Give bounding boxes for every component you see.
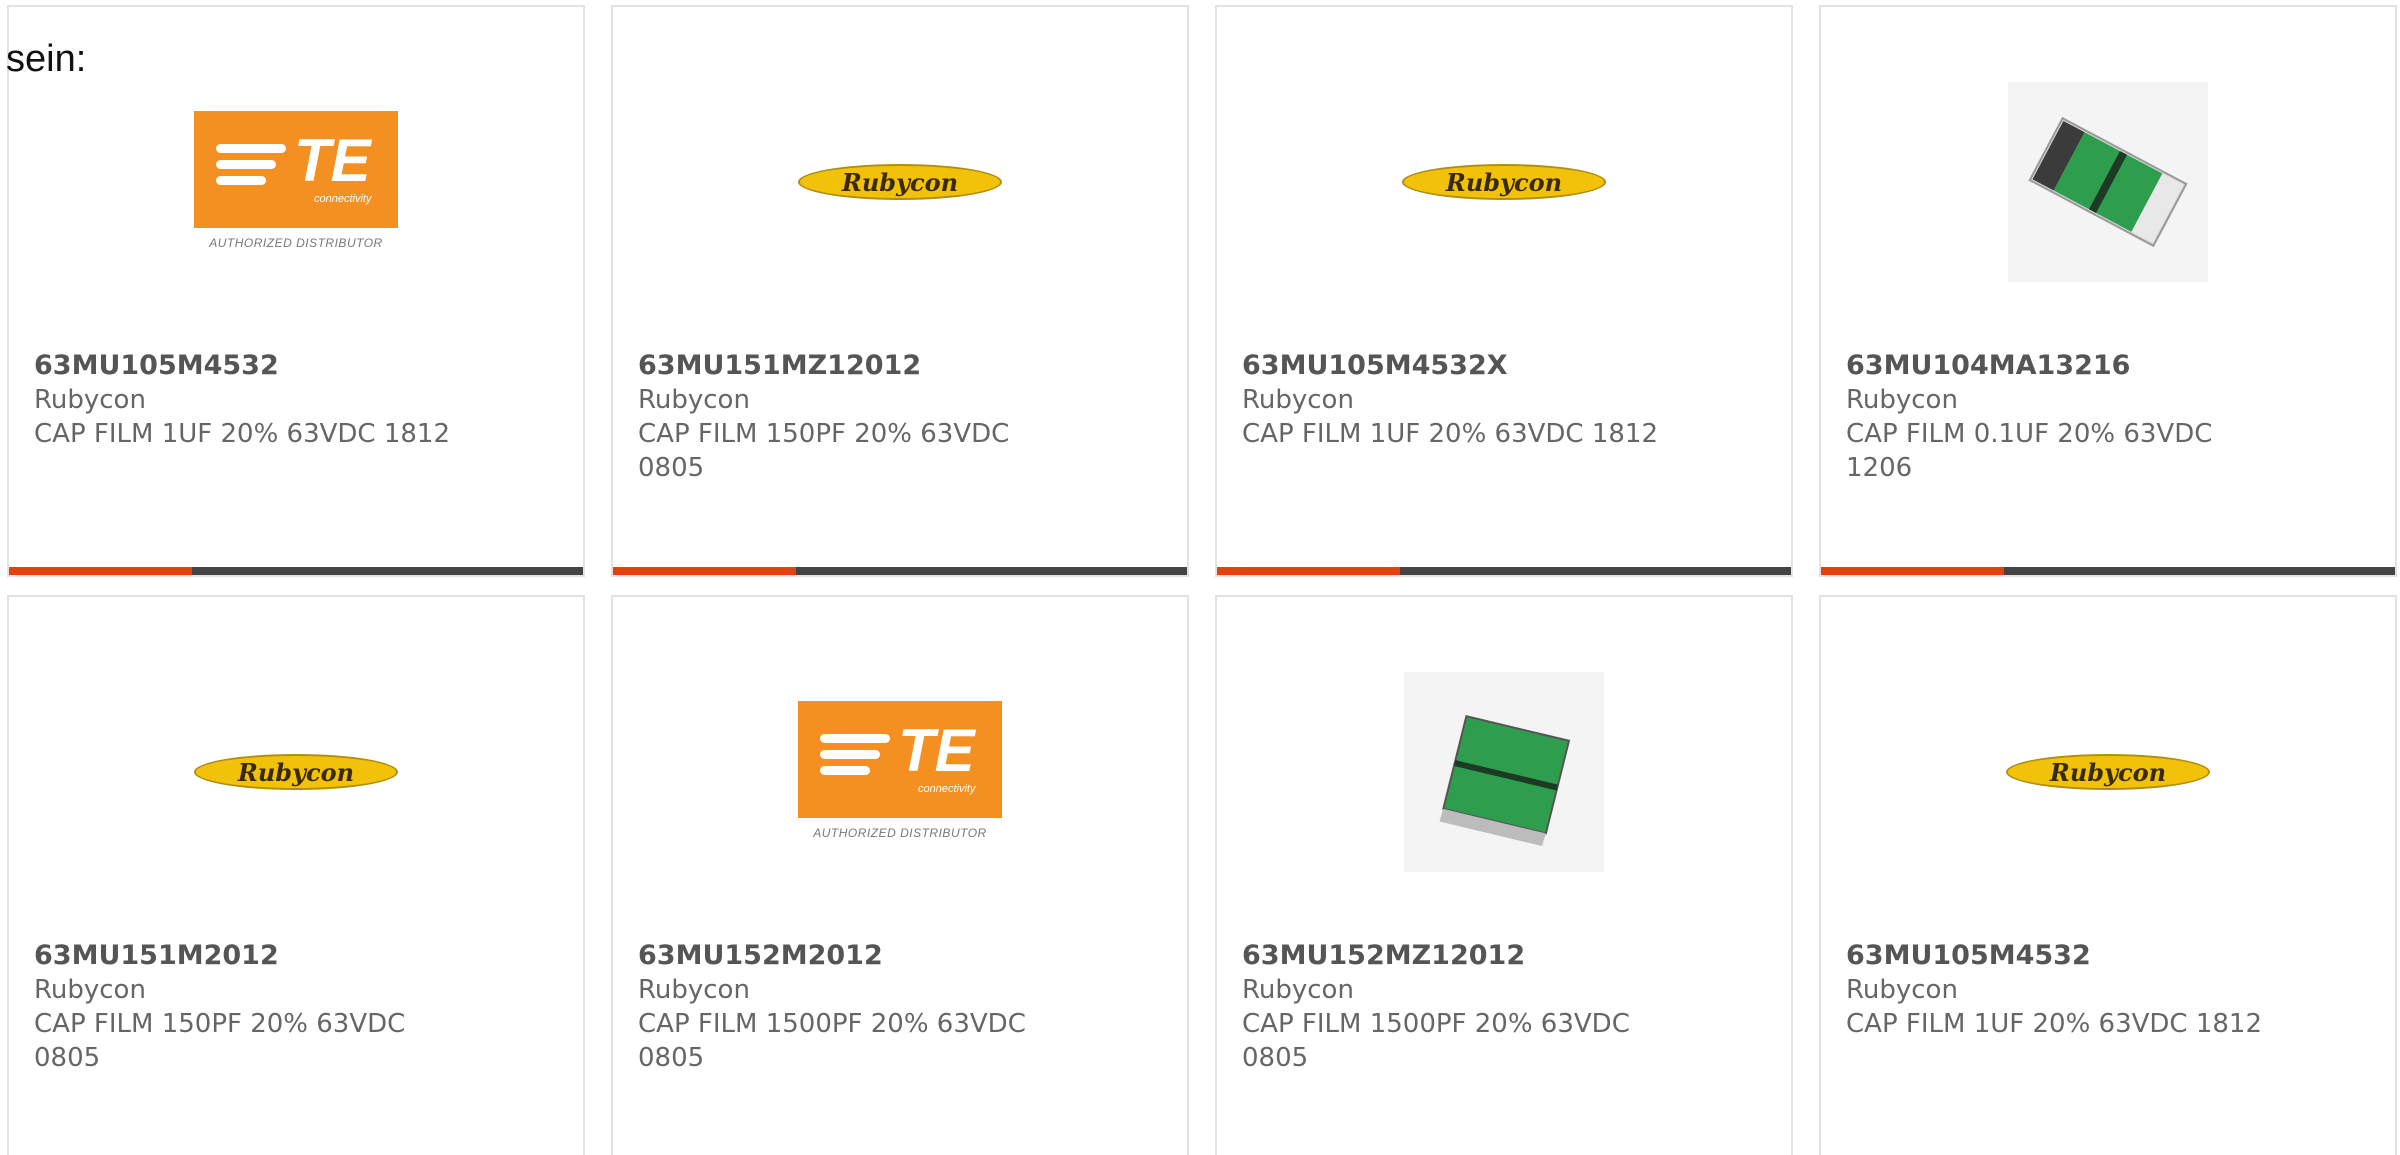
- description: CAP FILM 150PF 20% 63VDC 0805: [638, 419, 1010, 483]
- rubycon-logo: Rubycon: [798, 164, 1002, 200]
- description: CAP FILM 1500PF 20% 63VDC 0805: [1242, 1009, 1630, 1073]
- manufacturer: Rubycon: [1242, 975, 1354, 1005]
- description: CAP FILM 150PF 20% 63VDC 0805: [34, 1009, 406, 1073]
- product-card[interactable]: TE connectivity AUTHORIZED DISTRIBUTOR 6…: [7, 5, 585, 577]
- manufacturer: Rubycon: [638, 975, 750, 1005]
- description: CAP FILM 1UF 20% 63VDC 1812: [1242, 419, 1659, 449]
- product-image: TE connectivity AUTHORIZED DISTRIBUTOR: [9, 67, 583, 297]
- manufacturer: Rubycon: [1846, 385, 1958, 415]
- card-bottom-bar: [1821, 567, 2395, 575]
- manufacturer: Rubycon: [34, 385, 146, 415]
- card-bottom-bar: [613, 567, 1187, 575]
- product-image: Rubycon: [1217, 67, 1791, 297]
- product-grid-page: sein: TE connectivity AUTHORIZED DISTRIB…: [0, 0, 2400, 1155]
- product-image: Rubycon: [9, 657, 583, 887]
- part-number[interactable]: 63MU105M4532: [34, 349, 454, 383]
- manufacturer: Rubycon: [34, 975, 146, 1005]
- part-number[interactable]: 63MU151MZ12012: [638, 349, 1058, 383]
- card-bottom-bar: [9, 567, 583, 575]
- product-image: Rubycon: [613, 67, 1187, 297]
- product-card[interactable]: 63MU104MA13216 Rubycon CAP FILM 0.1UF 20…: [1819, 5, 2397, 577]
- product-image: Rubycon: [1821, 657, 2395, 887]
- part-number[interactable]: 63MU104MA13216: [1846, 349, 2266, 383]
- product-image: TE connectivity AUTHORIZED DISTRIBUTOR: [613, 657, 1187, 887]
- description: CAP FILM 0.1UF 20% 63VDC 1206: [1846, 419, 2213, 483]
- product-image: [1821, 67, 2395, 297]
- manufacturer: Rubycon: [1242, 385, 1354, 415]
- capacitor-chip-photo: [2008, 82, 2208, 282]
- part-number[interactable]: 63MU105M4532: [1846, 939, 2266, 973]
- product-card[interactable]: Rubycon 63MU151M2012 Rubycon CAP FILM 15…: [7, 595, 585, 1155]
- rubycon-logo: Rubycon: [2006, 754, 2210, 790]
- product-grid: TE connectivity AUTHORIZED DISTRIBUTOR 6…: [0, 0, 2400, 1155]
- product-card[interactable]: TE connectivity AUTHORIZED DISTRIBUTOR 6…: [611, 595, 1189, 1155]
- part-number[interactable]: 63MU152M2012: [638, 939, 1058, 973]
- product-card[interactable]: Rubycon 63MU151MZ12012 Rubycon CAP FILM …: [611, 5, 1189, 577]
- capacitor-chip-photo: [1404, 672, 1604, 872]
- description: CAP FILM 1500PF 20% 63VDC 0805: [638, 1009, 1026, 1073]
- product-card[interactable]: 63MU152MZ12012 Rubycon CAP FILM 1500PF 2…: [1215, 595, 1793, 1155]
- te-connectivity-logo: TE connectivity AUTHORIZED DISTRIBUTOR: [798, 701, 1002, 843]
- manufacturer: Rubycon: [638, 385, 750, 415]
- lead-text: sein:: [6, 38, 87, 80]
- rubycon-logo: Rubycon: [194, 754, 398, 790]
- product-image: [1217, 657, 1791, 887]
- manufacturer: Rubycon: [1846, 975, 1958, 1005]
- card-bottom-bar: [1217, 567, 1791, 575]
- product-card[interactable]: Rubycon 63MU105M4532 Rubycon CAP FILM 1U…: [1819, 595, 2397, 1155]
- description: CAP FILM 1UF 20% 63VDC 1812: [1846, 1009, 2263, 1039]
- product-card[interactable]: Rubycon 63MU105M4532X Rubycon CAP FILM 1…: [1215, 5, 1793, 577]
- description: CAP FILM 1UF 20% 63VDC 1812: [34, 419, 451, 449]
- part-number[interactable]: 63MU151M2012: [34, 939, 454, 973]
- part-number[interactable]: 63MU152MZ12012: [1242, 939, 1662, 973]
- te-connectivity-logo: TE connectivity AUTHORIZED DISTRIBUTOR: [194, 111, 398, 253]
- rubycon-logo: Rubycon: [1402, 164, 1606, 200]
- part-number[interactable]: 63MU105M4532X: [1242, 349, 1662, 383]
